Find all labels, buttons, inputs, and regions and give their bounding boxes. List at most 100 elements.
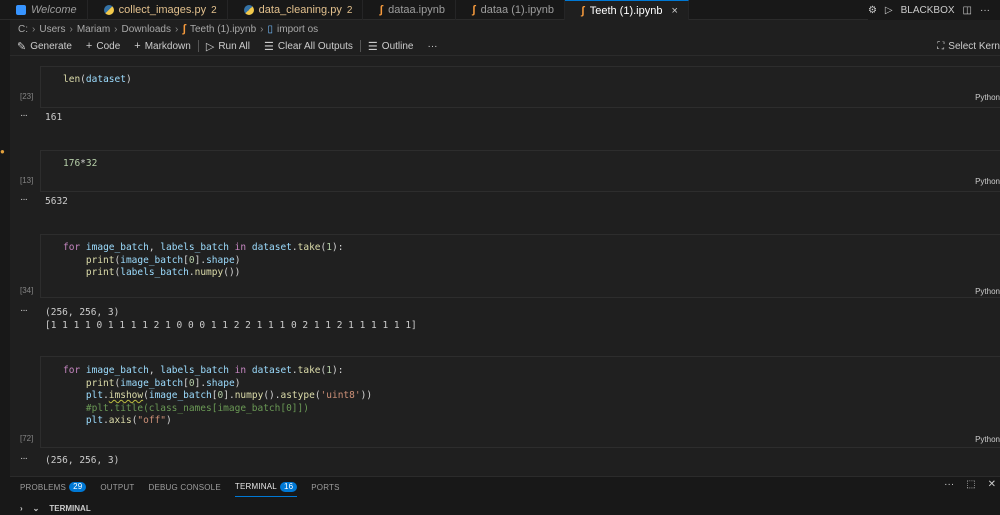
warning-marker-icon: ●	[0, 147, 5, 156]
chevron-right-icon: ›	[69, 23, 73, 35]
vscode-icon	[16, 5, 26, 15]
problem-count-badge: 2	[346, 4, 353, 16]
breadcrumb-item[interactable]: Users	[39, 24, 65, 35]
tab-label: Welcome	[31, 4, 77, 16]
more-toolbar-button[interactable]: ···	[420, 37, 444, 55]
account-label[interactable]: BLACKBOX	[901, 5, 955, 16]
output-more-icon[interactable]: ···	[20, 305, 28, 316]
cell-source[interactable]: len(dataset)	[41, 67, 1000, 87]
output-more-icon[interactable]: ···	[20, 110, 28, 121]
tab-welcome[interactable]: Welcome	[0, 0, 88, 20]
tab-data-cleaning[interactable]: data_cleaning.py 2	[228, 0, 364, 20]
cell-output: 5632	[45, 196, 68, 207]
code-cell[interactable]: 176*32 Python	[40, 150, 1000, 192]
execution-count: [23]	[20, 92, 34, 101]
tab-label: PROBLEMS	[20, 482, 67, 492]
python-icon	[103, 5, 114, 15]
tab-label: DEBUG CONSOLE	[148, 482, 221, 492]
code-cell[interactable]: for image_batch, labels_batch in dataset…	[40, 356, 1000, 448]
outline-label: Outline	[381, 40, 414, 52]
notebook-icon: ʃ	[379, 4, 384, 16]
tab-label: data_cleaning.py	[258, 4, 342, 16]
tab-label: Teeth (1).ipynb	[589, 4, 663, 17]
panel-actions: ··· ⬚ ✕	[944, 479, 996, 490]
chevron-right-icon: ›	[174, 23, 179, 35]
code-label: Code	[96, 40, 121, 52]
code-cell[interactable]: len(dataset) Python	[40, 66, 1000, 108]
editor-actions: ⚙ ▷ BLACKBOX ◫ ···	[867, 0, 1000, 20]
execution-count: [13]	[20, 176, 34, 185]
split-editor-icon[interactable]: ◫	[963, 5, 972, 16]
kernel-icon: ⛶	[937, 40, 945, 52]
cell-language[interactable]: Python	[975, 287, 1000, 296]
tab-label: collect_images.py	[118, 4, 207, 16]
cell-output: 161	[45, 112, 63, 123]
settings-gear-icon[interactable]: ⚙	[868, 5, 877, 16]
cell-language[interactable]: Python	[975, 177, 1000, 186]
tab-teeth-1[interactable]: ʃ Teeth (1).ipynb ×	[565, 0, 689, 20]
chevron-right-icon: ›	[114, 23, 118, 35]
add-markdown-button[interactable]: + Markdown	[127, 37, 198, 55]
activity-strip: ●	[0, 0, 10, 515]
cell-output-line: [1 1 1 1 0 1 1 1 1 2 1 0 0 0 1 1 2 2 1 1…	[45, 320, 417, 331]
clear-all-outputs-button[interactable]: ☰ Clear All Outputs	[257, 37, 360, 55]
breadcrumb-item[interactable]: Teeth (1).ipynb	[190, 24, 256, 35]
code-cell[interactable]: for image_batch, labels_batch in dataset…	[40, 234, 1000, 298]
cell-icon: ▯	[267, 23, 274, 35]
notebook-icon: ʃ	[471, 4, 476, 16]
tab-dataa-1[interactable]: ʃ dataa (1).ipynb	[456, 0, 566, 20]
tab-terminal[interactable]: TERMINAL 16	[234, 477, 298, 497]
play-icon[interactable]: ▷	[885, 5, 893, 16]
python-icon	[243, 5, 254, 15]
terminal-section-header[interactable]: › ⌄ TERMINAL	[20, 501, 91, 515]
chevron-right-icon: ›	[260, 23, 264, 35]
tab-ports[interactable]: PORTS	[311, 477, 339, 497]
execution-count: [34]	[20, 286, 34, 295]
output-more-icon[interactable]: ···	[20, 453, 28, 464]
breadcrumb-item[interactable]: Downloads	[122, 24, 171, 35]
cell-source[interactable]: for image_batch, labels_batch in dataset…	[41, 357, 1000, 428]
tab-label: dataa.ipynb	[388, 4, 445, 16]
list-icon: ☰	[367, 40, 378, 53]
problems-count-badge: 29	[69, 482, 87, 492]
tab-label: OUTPUT	[100, 482, 135, 492]
close-tab-icon[interactable]: ×	[671, 5, 677, 17]
cell-language[interactable]: Python	[975, 93, 1000, 102]
bottom-panel: PROBLEMS 29 OUTPUT DEBUG CONSOLE TERMINA…	[10, 476, 1000, 515]
more-icon[interactable]: ···	[944, 479, 954, 490]
select-kernel-button[interactable]: ⛶ Select Kern	[937, 37, 1000, 55]
breadcrumb-item[interactable]: import os	[277, 24, 318, 35]
terminal-section-label: TERMINAL	[49, 503, 91, 513]
tab-dataa[interactable]: ʃ dataa.ipynb	[363, 0, 456, 20]
breadcrumb-item[interactable]: Mariam	[77, 24, 110, 35]
outline-button[interactable]: ☰ Outline	[361, 37, 421, 55]
breadcrumb-item[interactable]: C:	[18, 24, 28, 35]
plus-icon: +	[85, 40, 93, 52]
chevron-down-icon[interactable]: ⌄	[33, 504, 40, 513]
cell-source[interactable]: for image_batch, labels_batch in dataset…	[41, 235, 1000, 280]
more-icon: ···	[427, 40, 438, 52]
add-code-button[interactable]: + Code	[79, 37, 127, 55]
tab-problems[interactable]: PROBLEMS 29	[20, 477, 87, 497]
run-all-button[interactable]: ▷ Run All	[199, 37, 257, 55]
more-actions-icon[interactable]: ···	[980, 5, 990, 16]
select-kernel-label: Select Kern	[948, 40, 1000, 52]
markdown-label: Markdown	[144, 40, 191, 52]
generate-label: Generate	[30, 40, 72, 52]
cell-language[interactable]: Python	[975, 435, 1000, 444]
close-panel-icon[interactable]: ✕	[988, 479, 996, 490]
clear-all-icon: ☰	[264, 40, 274, 53]
output-more-icon[interactable]: ···	[20, 194, 28, 205]
cell-output-line: (256, 256, 3)	[45, 307, 120, 318]
tab-output[interactable]: OUTPUT	[100, 477, 134, 497]
tab-collect-images[interactable]: collect_images.py 2	[88, 0, 228, 20]
generate-button[interactable]: ✎ Generate	[10, 37, 79, 55]
cell-source[interactable]: 176*32	[41, 151, 1000, 171]
chevron-right-icon: ›	[32, 23, 36, 35]
maximize-panel-icon[interactable]: ⬚	[966, 479, 975, 490]
execution-count: [72]	[20, 434, 34, 443]
chevron-right-icon[interactable]: ›	[20, 504, 23, 513]
notebook-toolbar: ✎ Generate + Code + Markdown ▷ Run All ☰…	[10, 37, 1000, 55]
tab-debug-console[interactable]: DEBUG CONSOLE	[148, 477, 220, 497]
breadcrumb: C: › Users › Mariam › Downloads › ʃ Teet…	[18, 21, 318, 37]
